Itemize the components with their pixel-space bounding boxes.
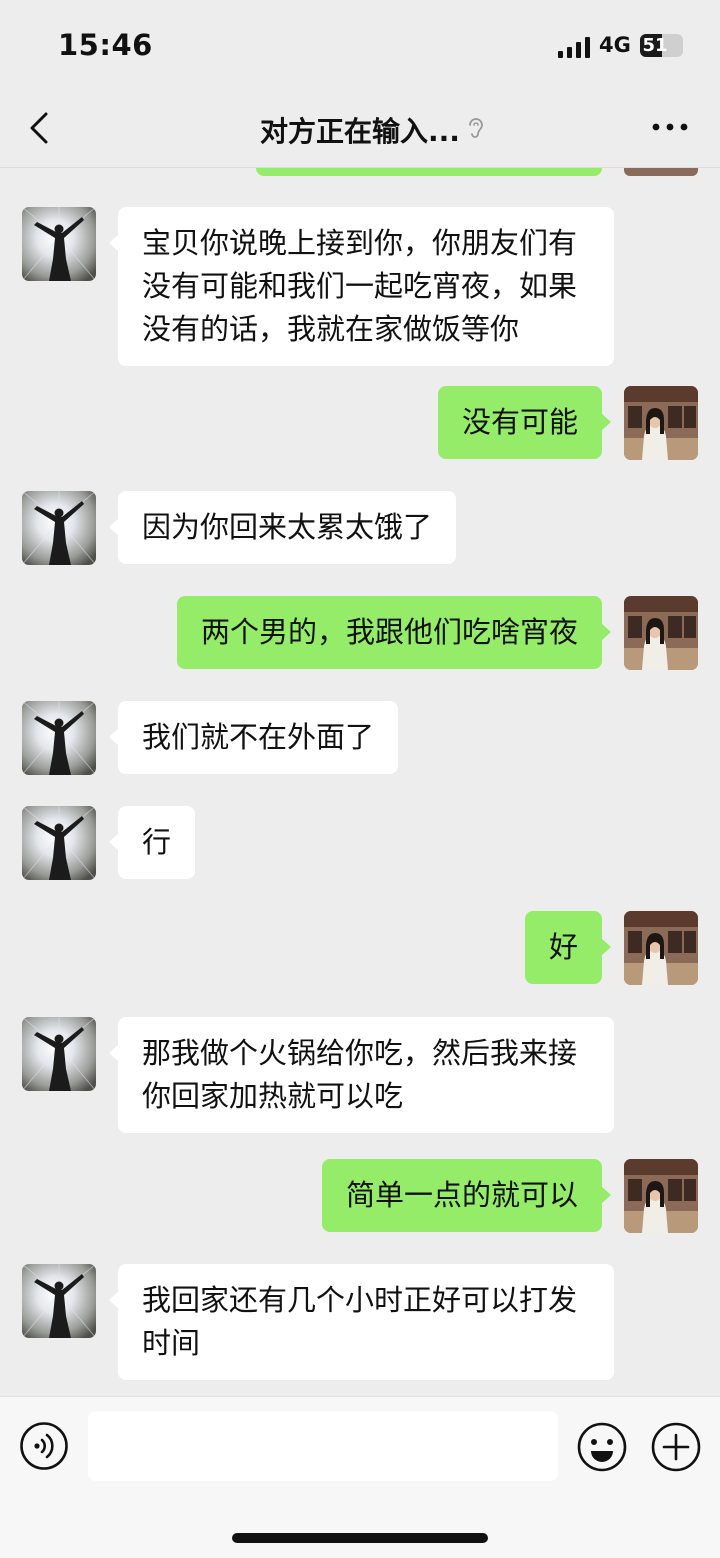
more-dots-icon: [652, 123, 688, 131]
contact-avatar[interactable]: [22, 1017, 96, 1091]
emoji-button[interactable]: [576, 1421, 628, 1473]
my-avatar[interactable]: [624, 1159, 698, 1233]
message-bubble[interactable]: 没有可能: [437, 386, 612, 459]
home-indicator: [232, 1533, 488, 1543]
message-bubble[interactable]: 宝贝你说晚上接到你，你朋友们有没有可能和我们一起吃宵夜，如果没有的话，我就在家做…: [109, 207, 614, 366]
message-bubble[interactable]: 简单一点的就可以: [321, 1159, 612, 1232]
message-bubble[interactable]: 行: [108, 806, 196, 879]
my-avatar[interactable]: [624, 596, 698, 670]
message-bubble[interactable]: 我们就不在外面了: [108, 701, 399, 774]
contact-avatar[interactable]: [22, 806, 96, 880]
message-bubble[interactable]: 那我做个火锅给你吃，然后我来接你回家加热就可以吃: [109, 1017, 614, 1133]
contact-avatar[interactable]: [22, 207, 96, 281]
nav-bar: 对方正在输入...: [0, 90, 720, 168]
ear-icon: [466, 116, 486, 142]
my-avatar[interactable]: [624, 911, 698, 985]
partial-sent-bubble: [256, 168, 602, 176]
emoji-icon: [577, 1422, 627, 1472]
message-bubble[interactable]: 好: [524, 911, 612, 984]
contact-avatar[interactable]: [22, 701, 96, 775]
signal-icon: [558, 36, 592, 58]
message-bubble[interactable]: 我回家还有几个小时正好可以打发时间: [109, 1264, 614, 1380]
contact-avatar[interactable]: [22, 1264, 96, 1338]
message-input[interactable]: [88, 1411, 558, 1481]
message-bubble[interactable]: 两个男的，我跟他们吃啥宵夜: [176, 596, 612, 669]
chat-title: 对方正在输入...: [260, 115, 460, 148]
partial-avatar: [624, 168, 698, 176]
chat-area[interactable]: 宝贝你说晚上接到你，你朋友们有没有可能和我们一起吃宵夜，如果没有的话，我就在家做…: [0, 168, 720, 1396]
voice-button[interactable]: [19, 1421, 69, 1471]
my-avatar[interactable]: [624, 386, 698, 460]
input-bar: [0, 1396, 720, 1558]
more-button[interactable]: [648, 112, 692, 142]
message-bubble[interactable]: 因为你回来太累太饿了: [108, 491, 457, 564]
plus-icon: [651, 1422, 701, 1472]
contact-avatar[interactable]: [22, 491, 96, 565]
battery-level: 51: [642, 35, 668, 56]
status-time: 15:46: [58, 28, 153, 62]
plus-button[interactable]: [650, 1421, 702, 1473]
voice-icon: [20, 1422, 68, 1470]
network-label: 4G: [599, 33, 631, 57]
status-bar: 15:46 4G 51: [0, 0, 720, 90]
battery-icon: 51: [640, 34, 683, 57]
